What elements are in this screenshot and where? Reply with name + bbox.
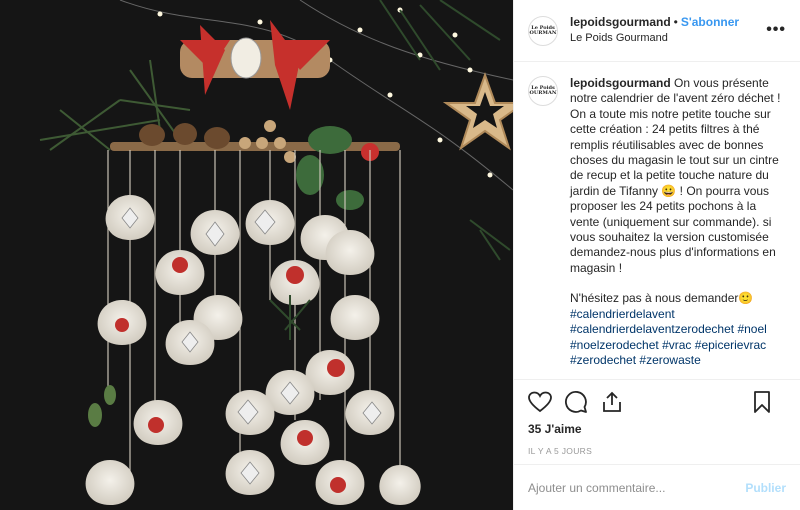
hashtag-link[interactable]: #calendrierdelavent — [570, 307, 675, 321]
comment-input[interactable]: Ajouter un commentaire... — [528, 481, 745, 495]
hashtag-link[interactable]: #zerodechet — [570, 353, 636, 367]
hashtag-link[interactable]: #noelzerodechet — [570, 338, 659, 352]
post-date[interactable]: IL Y A 5 JOURS — [514, 446, 800, 456]
follow-button[interactable]: S'abonner — [681, 15, 739, 29]
caption-avatar[interactable]: Le Poids GOURMAND — [528, 76, 558, 106]
location-link[interactable]: Le Poids Gourmand — [570, 31, 739, 46]
post-header: Le Poids GOURMAND lepoidsgourmand•S'abon… — [514, 0, 800, 62]
avatar[interactable]: Le Poids GOURMAND — [528, 15, 558, 46]
likes-count[interactable]: 35 J'aime — [514, 422, 800, 436]
comment-icon[interactable] — [564, 390, 588, 414]
hashtag-link[interactable]: #vrac — [662, 338, 691, 352]
avatar-logo-text: Le Poids GOURMAND — [529, 24, 557, 36]
caption-text: lepoidsgourmand On vous présente notre c… — [570, 76, 786, 379]
publish-button[interactable]: Publier — [745, 481, 786, 495]
hashtag-link[interactable]: #calendrierdelaventzerodechet — [570, 322, 734, 336]
action-bar — [514, 380, 800, 424]
caption-body-2: N'hésitez pas à nous demander🙂 — [570, 291, 754, 306]
share-icon[interactable] — [600, 390, 624, 414]
bookmark-icon[interactable] — [750, 390, 774, 414]
hashtag-link[interactable]: #noel — [737, 322, 766, 336]
heart-icon[interactable] — [528, 390, 552, 414]
post-photo[interactable] — [0, 0, 513, 510]
caption-body: On vous présente notre calendrier de l'a… — [570, 76, 781, 275]
separator-dot: • — [673, 15, 678, 29]
advent-calendar-image — [0, 0, 513, 510]
caption-block: Le Poids GOURMAND lepoidsgourmand On vou… — [514, 62, 800, 380]
comment-box: Ajouter un commentaire... Publier — [514, 464, 800, 510]
caption-username-link[interactable]: lepoidsgourmand — [570, 76, 671, 90]
post-sidebar: Le Poids GOURMAND lepoidsgourmand•S'abon… — [513, 0, 800, 510]
caption-avatar-logo-text: Le Poids GOURMAND — [529, 85, 557, 96]
hashtag-link[interactable]: #epicerievrac — [695, 338, 766, 352]
username-link[interactable]: lepoidsgourmand — [570, 15, 671, 29]
hashtag-link[interactable]: #zerowaste — [639, 353, 700, 367]
more-options-icon[interactable]: ••• — [766, 21, 786, 39]
